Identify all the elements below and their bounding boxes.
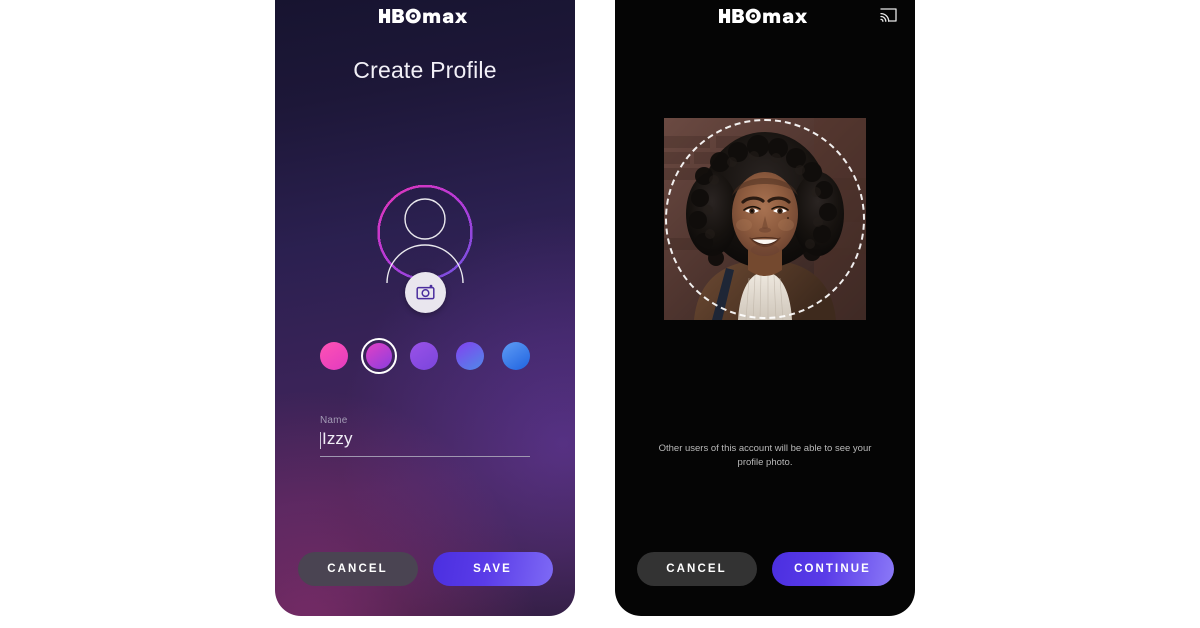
photo-visibility-note: Other users of this account will be able… <box>658 443 872 468</box>
phone-screen-create-profile: Create Profile Name Izzy CANCEL SAVE <box>275 0 575 616</box>
swatch-magenta[interactable] <box>361 338 397 374</box>
page-title: Create Profile <box>353 57 497 83</box>
cancel-button[interactable]: CANCEL <box>636 552 757 586</box>
save-button[interactable]: SAVE <box>432 552 553 586</box>
name-field-underline <box>320 456 530 457</box>
camera-icon-button[interactable] <box>404 272 446 313</box>
name-field-label: Name <box>320 415 348 426</box>
cast-icon[interactable] <box>880 8 897 22</box>
hbomax-logo <box>379 8 471 24</box>
right-header-bar <box>615 0 915 34</box>
right-action-bar: CANCEL CONTINUE <box>615 552 915 586</box>
swatch-pink[interactable] <box>320 342 348 370</box>
swatch-purple[interactable] <box>410 342 438 370</box>
continue-button[interactable]: CONTINUE <box>771 552 894 586</box>
cancel-button[interactable]: CANCEL <box>297 552 418 586</box>
swatch-violet-blue[interactable] <box>456 342 484 370</box>
screenshot-canvas: Create Profile Name Izzy CANCEL SAVE Oth… <box>0 0 1200 628</box>
dashed-circle-crop-guide <box>665 119 865 319</box>
phone-screen-profile-photo: Other users of this account will be able… <box>615 0 915 616</box>
name-input-value[interactable]: Izzy <box>322 429 353 449</box>
swatch-blue[interactable] <box>502 342 530 370</box>
name-field[interactable]: Name Izzy <box>320 415 530 457</box>
color-swatch-row <box>275 338 575 374</box>
hbomax-logo <box>719 8 811 24</box>
name-input-row[interactable]: Izzy <box>320 429 530 451</box>
left-action-bar: CANCEL SAVE <box>275 552 575 586</box>
profile-photo-cropper[interactable] <box>664 118 866 320</box>
avatar-picker[interactable] <box>357 165 493 313</box>
left-header-bar <box>275 0 575 34</box>
text-caret <box>320 431 321 449</box>
